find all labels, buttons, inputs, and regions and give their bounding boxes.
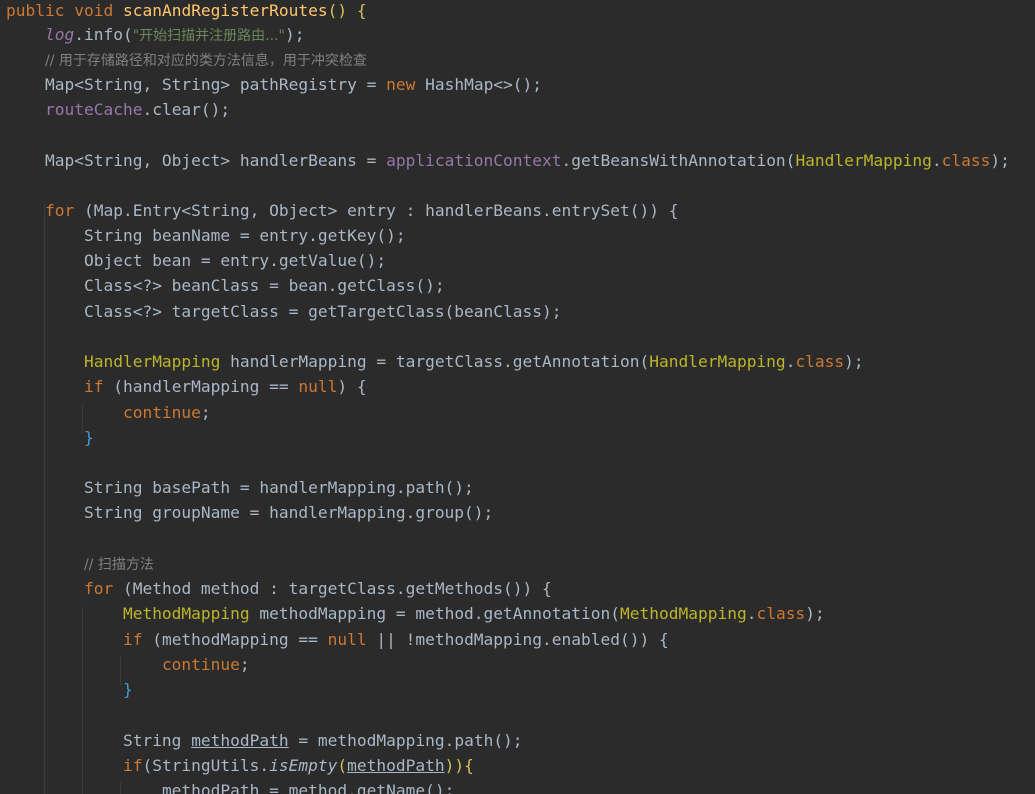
static-method-call: isEmpty — [269, 756, 338, 775]
code-line-3[interactable]: // 用于存储路径和对应的类方法信息，用于冲突检查 — [6, 49, 367, 71]
statement-end: ); — [990, 151, 1010, 170]
dot: . — [931, 151, 942, 170]
expression: = method.getName(); — [259, 781, 455, 794]
for-header: (Method method : targetClass.getMethods(… — [113, 579, 552, 598]
code-line-30[interactable]: String methodPath = methodMapping.path()… — [6, 730, 523, 752]
statement: Class<?> beanClass = bean.getClass(); — [83, 276, 445, 295]
keyword-if: if — [122, 756, 143, 775]
expression: = methodMapping.path(); — [288, 731, 523, 750]
keyword-public: public — [6, 1, 65, 20]
variable-method-path: methodPath — [161, 781, 260, 794]
expression: .clear(); — [142, 100, 231, 119]
keyword-class: class — [795, 352, 845, 371]
closing-brace: } — [83, 428, 94, 447]
code-line-16[interactable]: if (handlerMapping == null) { — [6, 376, 367, 398]
method-name: scanAndRegisterRoutes — [122, 1, 328, 20]
expression: handlerMapping = targetClass.getAnnotati… — [220, 352, 650, 371]
code-line-2[interactable]: log.info("开始扫描并注册路由..."); — [6, 24, 304, 46]
code-line-11[interactable]: Object bean = entry.getValue(); — [6, 250, 386, 272]
code-line-18[interactable]: } — [6, 427, 94, 449]
keyword-null: null — [327, 630, 367, 649]
class-reference: (StringUtils. — [142, 756, 270, 775]
paren: ( — [337, 756, 348, 775]
code-line-12[interactable]: Class<?> beanClass = bean.getClass(); — [6, 275, 445, 297]
string-literal: "开始扫描并注册路由..." — [132, 28, 285, 44]
expression: methodMapping = method.getAnnotation( — [249, 604, 620, 623]
code-line-15[interactable]: HandlerMapping handlerMapping = targetCl… — [6, 351, 864, 373]
brace: () { — [327, 1, 367, 20]
keyword-class: class — [756, 604, 806, 623]
statement: String groupName = handlerMapping.group(… — [83, 503, 494, 522]
variable-method-path: methodPath — [347, 756, 445, 775]
keyword-new: new — [386, 75, 416, 94]
comment: // 用于存储路径和对应的类方法信息，用于冲突检查 — [44, 53, 367, 69]
code-line-4[interactable]: Map<String, String> pathRegistry = new H… — [6, 74, 542, 96]
annotation-type: MethodMapping — [122, 604, 250, 623]
keyword-for: for — [83, 579, 114, 598]
keyword-if: if — [83, 377, 104, 396]
annotation-type: MethodMapping — [620, 604, 747, 623]
brace: ) { — [337, 377, 367, 396]
comment: // 扫描方法 — [83, 557, 154, 573]
code-line-10[interactable]: String beanName = entry.getKey(); — [6, 225, 406, 247]
statement-end: ); — [284, 25, 305, 44]
code-line-21[interactable]: String groupName = handlerMapping.group(… — [6, 502, 493, 524]
expression: HashMap<>(); — [415, 75, 543, 94]
declaration: Map<String, String> pathRegistry = — [44, 75, 387, 94]
code-line-23[interactable]: // 扫描方法 — [6, 553, 154, 575]
variable-method-path: methodPath — [191, 731, 289, 750]
field-log: log — [44, 25, 75, 44]
statement-end: ; — [200, 403, 211, 422]
condition: (methodMapping == — [142, 630, 328, 649]
type-name: String — [122, 731, 192, 750]
keyword-null: null — [298, 377, 338, 396]
code-line-1[interactable]: public void scanAndRegisterRoutes() { — [6, 0, 367, 22]
statement: Class<?> targetClass = getTargetClass(be… — [83, 302, 562, 321]
statement-end: ); — [805, 604, 825, 623]
keyword-if: if — [122, 630, 143, 649]
call-info: .info( — [74, 25, 133, 44]
code-line-31[interactable]: if(StringUtils.isEmpty(methodPath)){ — [6, 755, 474, 777]
code-line-13[interactable]: Class<?> targetClass = getTargetClass(be… — [6, 301, 562, 323]
code-line-20[interactable]: String basePath = handlerMapping.path(); — [6, 477, 474, 499]
keyword-continue: continue — [122, 403, 201, 422]
statement: String basePath = handlerMapping.path(); — [83, 478, 474, 497]
annotation-type: HandlerMapping — [649, 352, 786, 371]
declaration: Map<String, Object> handlerBeans = — [44, 151, 387, 170]
condition: || !methodMapping.enabled()) { — [366, 630, 669, 649]
statement: Object bean = entry.getValue(); — [83, 251, 387, 270]
code-line-5[interactable]: routeCache.clear(); — [6, 99, 230, 121]
brace: )){ — [444, 756, 474, 775]
code-line-24[interactable]: for (Method method : targetClass.getMeth… — [6, 578, 552, 600]
dot: . — [785, 352, 796, 371]
annotation-type: HandlerMapping — [83, 352, 221, 371]
field-application-context: applicationContext — [386, 151, 562, 170]
code-line-17[interactable]: continue; — [6, 402, 211, 424]
statement-end: ; — [239, 655, 250, 674]
keyword-class: class — [941, 151, 991, 170]
condition: (handlerMapping == — [103, 377, 299, 396]
statement: String beanName = entry.getKey(); — [83, 226, 406, 245]
keyword-void: void — [74, 1, 114, 20]
code-line-7[interactable]: Map<String, Object> handlerBeans = appli… — [6, 150, 1010, 172]
code-line-9[interactable]: for (Map.Entry<String, Object> entry : h… — [6, 200, 678, 222]
keyword-continue: continue — [161, 655, 240, 674]
code-line-32[interactable]: methodPath = method.getName(); — [6, 780, 454, 794]
statement-end: ); — [844, 352, 864, 371]
for-header: (Map.Entry<String, Object> entry : handl… — [74, 201, 679, 220]
code-line-27[interactable]: continue; — [6, 654, 250, 676]
code-line-25[interactable]: MethodMapping methodMapping = method.get… — [6, 603, 825, 625]
dot: . — [746, 604, 757, 623]
call: .getBeansWithAnnotation( — [561, 151, 796, 170]
keyword-for: for — [44, 201, 75, 220]
code-line-26[interactable]: if (methodMapping == null || !methodMapp… — [6, 629, 669, 651]
code-line-28[interactable]: } — [6, 679, 133, 701]
field-route-cache: routeCache — [44, 100, 143, 119]
annotation-type: HandlerMapping — [795, 151, 932, 170]
closing-brace: } — [122, 680, 133, 699]
code-editor[interactable]: public void scanAndRegisterRoutes() { lo… — [0, 0, 1035, 794]
